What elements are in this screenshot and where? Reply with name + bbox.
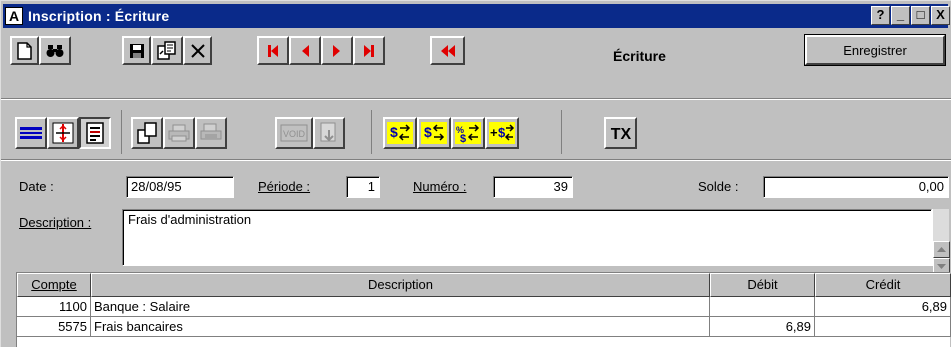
print-preview-icon [200, 123, 222, 140]
dollar-swap-2-icon: $ [421, 122, 447, 144]
delete-button[interactable] [183, 36, 212, 65]
tax-icon: TX [610, 126, 631, 143]
import-icon [320, 122, 336, 142]
toolbar-separator [561, 110, 562, 154]
cell-description[interactable]: Banque : Salaire [91, 297, 710, 317]
balance-label: Solde : [698, 179, 739, 194]
find-button[interactable] [39, 36, 71, 65]
cell-account[interactable]: 1100 [17, 297, 91, 317]
entries-table: Compte Description Débit Crédit 1100 Ban… [16, 272, 951, 347]
dollar-swap-2-button[interactable]: $ [417, 117, 451, 149]
lines-button[interactable] [15, 117, 47, 149]
save-record-button[interactable] [122, 36, 151, 65]
chevron-up-icon [937, 247, 946, 252]
split-button[interactable] [47, 117, 79, 149]
print-preview-button[interactable] [195, 117, 227, 149]
delete-x-icon [190, 43, 205, 58]
print-button[interactable] [163, 117, 195, 149]
first-record-button[interactable] [257, 36, 289, 65]
svg-text:TX: TX [610, 126, 631, 143]
void-button[interactable]: VOID [275, 117, 313, 149]
description-label: Description : [19, 215, 92, 230]
maximize-button[interactable]: □ [911, 6, 930, 25]
column-header-account[interactable]: Compte [17, 273, 91, 297]
copy-pages-icon [137, 122, 157, 144]
description-scrollbar[interactable] [932, 209, 950, 275]
number-label: Numéro : [413, 179, 467, 194]
new-document-icon [16, 41, 32, 60]
minimize-button[interactable]: _ [891, 6, 910, 25]
copy-pages-button[interactable] [131, 117, 163, 149]
last-record-button[interactable] [353, 36, 385, 65]
print-icon [168, 124, 190, 142]
chevron-down-icon [937, 264, 946, 269]
lines-icon [20, 127, 42, 139]
period-label: Période : [258, 179, 311, 194]
previous-record-button[interactable] [289, 36, 321, 65]
column-header-credit[interactable]: Crédit [815, 273, 951, 297]
dollar-percent-button[interactable]: % $ [451, 117, 485, 149]
period-field[interactable]: 1 [346, 176, 380, 198]
balance-field: 0,00 [763, 176, 949, 198]
save-button[interactable]: Enregistrer [804, 34, 946, 66]
date-label: Date : [19, 179, 54, 194]
toolbar-divider [1, 98, 951, 100]
document-icon [86, 122, 104, 144]
rewind-button[interactable] [430, 36, 465, 65]
import-button[interactable] [313, 117, 345, 149]
void-icon: VOID [280, 124, 308, 142]
svg-text:+: + [490, 125, 498, 140]
svg-text:$: $ [498, 125, 506, 140]
entry-window: A Inscription : Écriture ? _ □ X Écritur… [0, 0, 951, 347]
first-record-icon [268, 44, 278, 57]
toolbar-separator [121, 110, 122, 154]
help-button[interactable]: ? [871, 6, 890, 25]
description-field[interactable]: Frais d'administration [122, 209, 932, 266]
form-divider [1, 159, 951, 161]
dollar-swap-1-icon: $ [387, 122, 413, 144]
cell-debit[interactable]: 6,89 [710, 317, 815, 337]
dollar-percent-icon: %$ [455, 122, 481, 144]
cell-account[interactable]: 5575 [17, 317, 91, 337]
column-header-description[interactable]: Description [91, 273, 710, 297]
title-bar[interactable]: A Inscription : Écriture ? _ □ X [3, 4, 950, 28]
copy-button[interactable] [151, 36, 183, 65]
next-record-icon [333, 44, 340, 57]
svg-text:$: $ [424, 124, 432, 140]
cell-debit[interactable] [710, 297, 815, 317]
cell-description[interactable]: Frais bancaires [91, 317, 710, 337]
cell-credit[interactable]: 6,89 [815, 297, 951, 317]
new-button[interactable] [10, 36, 39, 65]
document-button[interactable] [79, 117, 111, 149]
date-field[interactable]: 28/08/95 [126, 176, 234, 198]
next-record-button[interactable] [321, 36, 353, 65]
svg-text:$: $ [460, 133, 466, 144]
dollar-swap-1-button[interactable]: $ [383, 117, 417, 149]
svg-text:$: $ [390, 124, 398, 140]
tax-button[interactable]: TX [604, 117, 637, 149]
last-record-icon [364, 44, 374, 57]
dollar-add-icon: + $ [489, 122, 515, 144]
window-controls: ? _ □ X [871, 6, 950, 25]
find-binoculars-icon [46, 44, 64, 57]
previous-record-icon [302, 44, 309, 57]
copy-paste-icon [157, 40, 176, 60]
window-title: Inscription : Écriture [28, 8, 170, 24]
dollar-add-button[interactable]: + $ [485, 117, 519, 149]
scroll-up-button[interactable] [933, 241, 950, 258]
mode-label: Écriture [613, 48, 666, 64]
number-field[interactable]: 39 [493, 176, 573, 198]
column-header-debit[interactable]: Débit [710, 273, 815, 297]
cell-credit[interactable] [815, 317, 951, 337]
save-disk-icon [129, 43, 144, 58]
rewind-icon [440, 44, 455, 57]
split-icon [52, 122, 74, 144]
app-icon[interactable]: A [5, 7, 23, 25]
close-button[interactable]: X [931, 6, 950, 25]
toolbar-separator [371, 110, 372, 154]
svg-text:VOID: VOID [283, 129, 306, 139]
